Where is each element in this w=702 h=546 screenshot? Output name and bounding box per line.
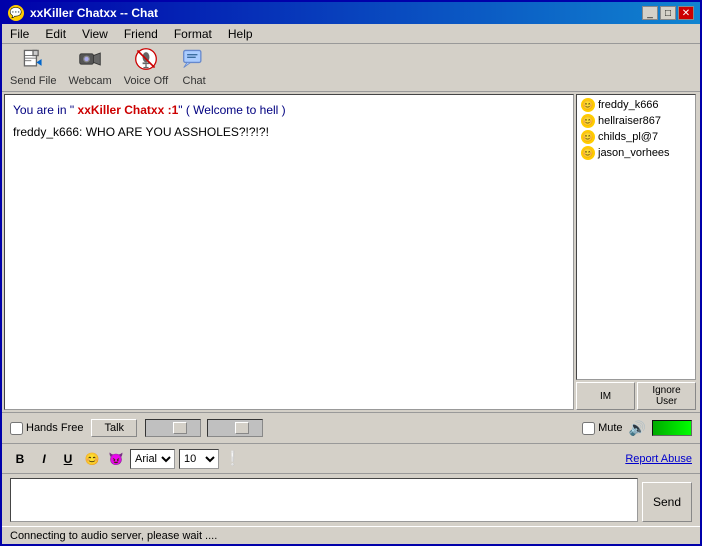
mute-container: Mute <box>582 422 622 435</box>
menu-help[interactable]: Help <box>224 26 257 42</box>
send-file-label: Send File <box>10 75 56 87</box>
close-button[interactable]: ✕ <box>678 6 694 20</box>
format-bar: B I U 😊 😈 Arial 10 ❕ Report Abuse <box>2 444 700 474</box>
user-list-item[interactable]: 😊 childs_pl@7 <box>579 129 693 145</box>
volume-icon: 🔊 <box>629 420 646 437</box>
app-icon: 💬 <box>8 5 24 21</box>
talk-button[interactable]: Talk <box>91 419 137 437</box>
menu-bar: File Edit View Friend Format Help <box>2 24 700 44</box>
input-area: Send <box>2 474 700 526</box>
welcome-suffix: " ( Welcome to hell ) <box>178 103 285 117</box>
send-button[interactable]: Send <box>642 482 692 522</box>
room-name: xxKiller Chatxx :1 <box>74 103 178 117</box>
toolbar: Send File Webcam <box>2 44 700 92</box>
menu-view[interactable]: View <box>78 26 112 42</box>
underline-button[interactable]: U <box>58 449 78 469</box>
status-bar: Connecting to audio server, please wait … <box>2 526 700 544</box>
sliders <box>145 419 263 437</box>
hands-free-checkbox[interactable] <box>10 422 23 435</box>
hands-free-container: Hands Free <box>10 422 83 435</box>
menu-file[interactable]: File <box>6 26 33 42</box>
user-list-item[interactable]: 😊 freddy_k666 <box>579 97 693 113</box>
font-select[interactable]: Arial <box>130 449 175 469</box>
user-smiley-icon-2: 😊 <box>581 130 595 144</box>
smiley-button-2[interactable]: 😈 <box>106 449 126 469</box>
voice-off-label: Voice Off <box>124 75 168 87</box>
webcam-icon <box>76 45 104 73</box>
title-bar: 💬 xxKiller Chatxx -- Chat _ □ ✕ <box>2 2 700 24</box>
main-window: 💬 xxKiller Chatxx -- Chat _ □ ✕ File Edi… <box>0 0 702 546</box>
user-list[interactable]: 😊 freddy_k666 😊 hellraiser867 😊 childs_p… <box>576 94 696 380</box>
chat-label: Chat <box>183 75 206 87</box>
title-bar-left: 💬 xxKiller Chatxx -- Chat <box>8 5 158 21</box>
menu-friend[interactable]: Friend <box>120 26 162 42</box>
ignore-user-button[interactable]: Ignore User <box>637 382 696 410</box>
welcome-prefix: You are in " <box>13 103 74 117</box>
im-button[interactable]: IM <box>576 382 635 410</box>
slider-2-thumb <box>235 422 249 434</box>
italic-button[interactable]: I <box>34 449 54 469</box>
smiley-button-1[interactable]: 😊 <box>82 449 102 469</box>
message-input[interactable] <box>10 478 638 522</box>
webcam-label: Webcam <box>68 75 111 87</box>
menu-format[interactable]: Format <box>170 26 216 42</box>
font-size-select[interactable]: 10 <box>179 449 219 469</box>
username-0: freddy_k666 <box>598 99 659 111</box>
mute-label: Mute <box>598 422 622 434</box>
send-file-icon <box>19 45 47 73</box>
window-title: xxKiller Chatxx -- Chat <box>30 6 158 20</box>
user-list-buttons: IM Ignore User <box>576 382 696 410</box>
send-file-button[interactable]: Send File <box>10 45 56 87</box>
user-list-panel: 😊 freddy_k666 😊 hellraiser867 😊 childs_p… <box>576 94 696 410</box>
audio-bar: Hands Free Talk Mute 🔊 <box>2 412 700 444</box>
user-smiley-icon-3: 😊 <box>581 146 595 160</box>
chat-button[interactable]: Chat <box>180 45 208 87</box>
chat-icon <box>180 45 208 73</box>
title-controls: _ □ ✕ <box>642 6 694 20</box>
user-smiley-icon-1: 😊 <box>581 114 595 128</box>
username-2: childs_pl@7 <box>598 131 658 143</box>
exclaim-button[interactable]: ❕ <box>223 449 243 469</box>
bold-button[interactable]: B <box>10 449 30 469</box>
report-abuse-link[interactable]: Report Abuse <box>625 453 692 465</box>
main-content: You are in " xxKiller Chatxx :1" ( Welco… <box>2 92 700 412</box>
user-list-item[interactable]: 😊 jason_vorhees <box>579 145 693 161</box>
voice-off-button[interactable]: Voice Off <box>124 45 168 87</box>
mute-checkbox[interactable] <box>582 422 595 435</box>
audio-right: Mute 🔊 <box>582 420 692 437</box>
slider-1-thumb <box>173 422 187 434</box>
chat-message: freddy_k666: WHO ARE YOU ASSHOLES?!?!?! <box>13 125 565 139</box>
voice-off-icon <box>132 45 160 73</box>
username-1: hellraiser867 <box>598 115 661 127</box>
webcam-button[interactable]: Webcam <box>68 45 111 87</box>
username-3: jason_vorhees <box>598 147 670 159</box>
slider-2[interactable] <box>207 419 263 437</box>
volume-meter <box>652 420 692 436</box>
chat-display[interactable]: You are in " xxKiller Chatxx :1" ( Welco… <box>4 94 574 410</box>
status-text: Connecting to audio server, please wait … <box>10 530 217 542</box>
user-list-item[interactable]: 😊 hellraiser867 <box>579 113 693 129</box>
chat-welcome: You are in " xxKiller Chatxx :1" ( Welco… <box>13 103 565 117</box>
menu-edit[interactable]: Edit <box>41 26 70 42</box>
hands-free-label: Hands Free <box>26 422 83 434</box>
maximize-button[interactable]: □ <box>660 6 676 20</box>
user-smiley-icon-0: 😊 <box>581 98 595 112</box>
slider-1[interactable] <box>145 419 201 437</box>
minimize-button[interactable]: _ <box>642 6 658 20</box>
